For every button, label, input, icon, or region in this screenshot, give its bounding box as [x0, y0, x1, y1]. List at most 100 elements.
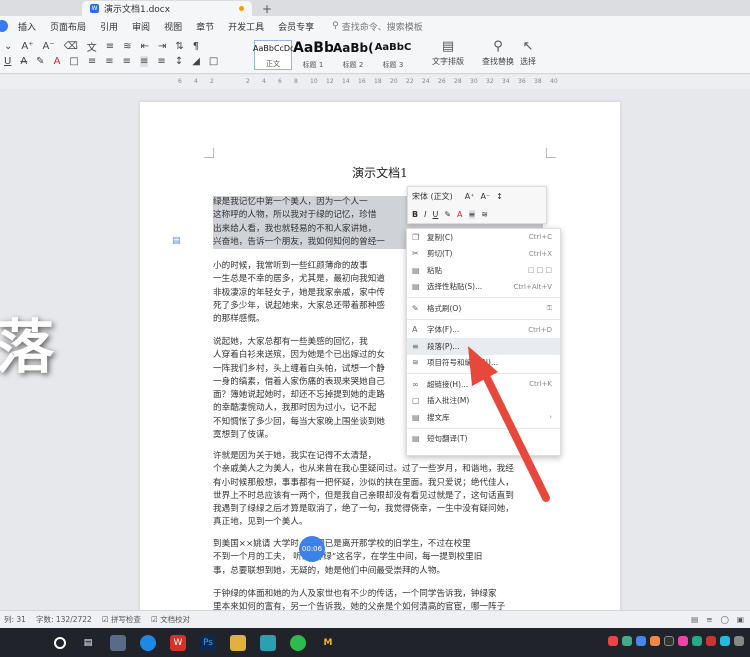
- menu-paragraph[interactable]: ≡ 段落(P)...: [407, 338, 560, 355]
- tray-icon[interactable]: [678, 636, 688, 646]
- command-search[interactable]: ⚲ 查找命令、搜索模板: [332, 20, 423, 33]
- font-size-dropdown-icon[interactable]: ⌄: [4, 41, 12, 52]
- clear-format-icon[interactable]: ⌫: [64, 41, 78, 52]
- strikethrough-icon[interactable]: A: [20, 56, 27, 67]
- menu-bullets[interactable]: ≋ 项目符号和编号(N)...: [407, 355, 560, 372]
- menu-item-reference[interactable]: 引用: [100, 20, 118, 33]
- outdent-icon[interactable]: ⇤: [141, 41, 149, 52]
- menu-paste-special[interactable]: ▤ 选择性粘贴(S)... Ctrl+Alt+V: [407, 279, 560, 296]
- menu-item-page-layout[interactable]: 页面布局: [50, 20, 86, 33]
- find-replace-tool[interactable]: ⚲ 查找替换: [482, 40, 514, 67]
- shrink-font-icon[interactable]: A⁻: [481, 192, 491, 201]
- font-color-icon[interactable]: A: [457, 210, 462, 219]
- document-title[interactable]: 演示文档1: [140, 164, 620, 181]
- menu-item-review[interactable]: 审阅: [132, 20, 150, 33]
- highlight-icon[interactable]: ✎: [444, 210, 451, 219]
- italic-button[interactable]: I: [424, 210, 426, 219]
- task-view-icon[interactable]: ▤: [80, 635, 96, 651]
- tray-icon[interactable]: [720, 636, 730, 646]
- explorer-icon[interactable]: [230, 634, 246, 651]
- photoshop-icon[interactable]: Ps: [200, 634, 216, 651]
- ruler-tick: 32: [486, 78, 494, 85]
- number-list-icon[interactable]: ≋: [123, 41, 131, 52]
- align-left-icon[interactable]: ≡: [88, 56, 96, 67]
- view-outline-icon[interactable]: ≡: [706, 615, 712, 624]
- tray-icon[interactable]: [608, 636, 618, 646]
- align-center-icon[interactable]: ≡: [105, 56, 113, 67]
- wps-icon[interactable]: W: [170, 634, 186, 651]
- line-spacing-icon[interactable]: ↕: [496, 192, 503, 201]
- bold-button[interactable]: B: [412, 210, 418, 219]
- view-page-icon[interactable]: ▤: [691, 615, 698, 624]
- shrink-font-icon[interactable]: A⁻: [43, 41, 55, 52]
- wechat-icon[interactable]: [290, 634, 306, 651]
- sort-icon[interactable]: ⇅: [175, 41, 183, 52]
- menu-copy[interactable]: ❐ 复制(C) Ctrl+C: [407, 229, 560, 246]
- start-menu-icon[interactable]: [0, 20, 8, 32]
- tray-icon[interactable]: [650, 636, 660, 646]
- style-normal[interactable]: AaBbCcDd 正文: [253, 40, 293, 70]
- paragraph-mark-icon[interactable]: ▤: [172, 236, 181, 246]
- menu-cut[interactable]: ✂ 剪切(T) Ctrl+X: [407, 246, 560, 263]
- highlight-icon[interactable]: ✎: [36, 56, 44, 67]
- menu-insert-comment[interactable]: ▢ 插入批注(M): [407, 393, 560, 410]
- app-m-icon[interactable]: M: [320, 635, 336, 651]
- menu-item-view[interactable]: 视图: [164, 20, 182, 33]
- menu-item-section[interactable]: 章节: [196, 20, 214, 33]
- select-tool[interactable]: ↖ 选择: [520, 40, 536, 67]
- tray-icon[interactable]: [622, 636, 632, 646]
- browser-icon[interactable]: [140, 634, 156, 651]
- align-icon[interactable]: ≡: [468, 209, 476, 219]
- tray-icon[interactable]: [706, 636, 716, 646]
- justify-icon[interactable]: ≡: [140, 56, 149, 67]
- align-right-icon[interactable]: ≡: [123, 56, 131, 67]
- menu-item-insert[interactable]: 插入: [18, 20, 36, 33]
- horizontal-ruler[interactable]: 6 4 2 2 4 6 8 10 12 14 16 18 20 22 24 26…: [0, 75, 750, 89]
- style-heading-3[interactable]: AaBbC 标题 3: [374, 40, 412, 70]
- menu-font[interactable]: A 字体(F)... Ctrl+D: [407, 322, 560, 339]
- pinyin-icon[interactable]: 文: [87, 39, 97, 54]
- grow-font-icon[interactable]: A⁺: [21, 41, 33, 52]
- mini-font-select[interactable]: 宋体 (正文): [412, 191, 453, 202]
- menu-item-member[interactable]: 会员专享: [278, 20, 314, 33]
- paragraph-5[interactable]: 到美国××姚请 大学时，钟绿已是离开那学校的旧学生，不过在校里 不到一个月的工夫…: [213, 538, 553, 578]
- menu-format-painter[interactable]: ✎ 格式刷(O) ⚿: [407, 300, 560, 317]
- tray-icon[interactable]: [636, 636, 646, 646]
- style-heading-2[interactable]: AaBb( 标题 2: [333, 40, 373, 70]
- menu-paste[interactable]: ▤ 粘贴 □ □ □: [407, 262, 560, 279]
- style-heading-1[interactable]: AaBb 标题 1: [293, 40, 333, 70]
- underline-button[interactable]: U: [432, 210, 438, 219]
- menu-item-developer[interactable]: 开发工具: [228, 20, 264, 33]
- list-icon[interactable]: ≋: [481, 210, 488, 219]
- view-web-icon[interactable]: ◯: [721, 615, 729, 624]
- media-icon[interactable]: [260, 634, 276, 651]
- document-tab[interactable]: W 演示文档1.docx: [82, 1, 252, 16]
- view-read-icon[interactable]: ▣: [737, 615, 744, 624]
- status-word-count[interactable]: 字数: 132/2722: [36, 614, 92, 625]
- font-color-icon[interactable]: A: [54, 56, 61, 67]
- shading-icon[interactable]: ◢: [192, 56, 200, 67]
- tray-icon[interactable]: [664, 636, 674, 646]
- bullet-list-icon[interactable]: ≡: [106, 41, 114, 52]
- grow-font-icon[interactable]: A⁺: [465, 192, 475, 201]
- menu-search-library[interactable]: ▤ 搜文库 ›: [407, 409, 560, 426]
- distribute-icon[interactable]: ≡: [157, 56, 165, 67]
- menu-translate[interactable]: ▤ 短句翻译(T): [407, 431, 560, 448]
- tray-icon[interactable]: [692, 636, 702, 646]
- menu-hyperlink[interactable]: ∞ 超链接(H)... Ctrl+K: [407, 376, 560, 393]
- tray-icon[interactable]: [734, 636, 744, 646]
- border-icon[interactable]: □: [209, 56, 218, 67]
- store-icon[interactable]: [110, 634, 126, 651]
- paragraph-4[interactable]: 许就是因为关于她，我实在记得不太清楚， 个亲戚美人之为美人，也从来曾在我心里疑问…: [213, 450, 553, 530]
- status-spell-check[interactable]: ☑ 拼写检查: [102, 614, 141, 625]
- recording-timer[interactable]: 00:06: [299, 536, 325, 562]
- status-doc-check[interactable]: ☑ 文档校对: [151, 614, 190, 625]
- show-marks-icon[interactable]: ¶: [193, 41, 199, 52]
- text-layout-tool[interactable]: ▤ 文字排版: [432, 40, 464, 67]
- line-spacing-icon[interactable]: ↕: [175, 56, 183, 67]
- underline-icon[interactable]: U: [4, 56, 11, 67]
- search-circle-icon[interactable]: [54, 636, 66, 649]
- new-tab-icon[interactable]: +: [262, 2, 272, 16]
- indent-icon[interactable]: ⇥: [158, 41, 166, 52]
- char-border-icon[interactable]: □: [69, 56, 78, 67]
